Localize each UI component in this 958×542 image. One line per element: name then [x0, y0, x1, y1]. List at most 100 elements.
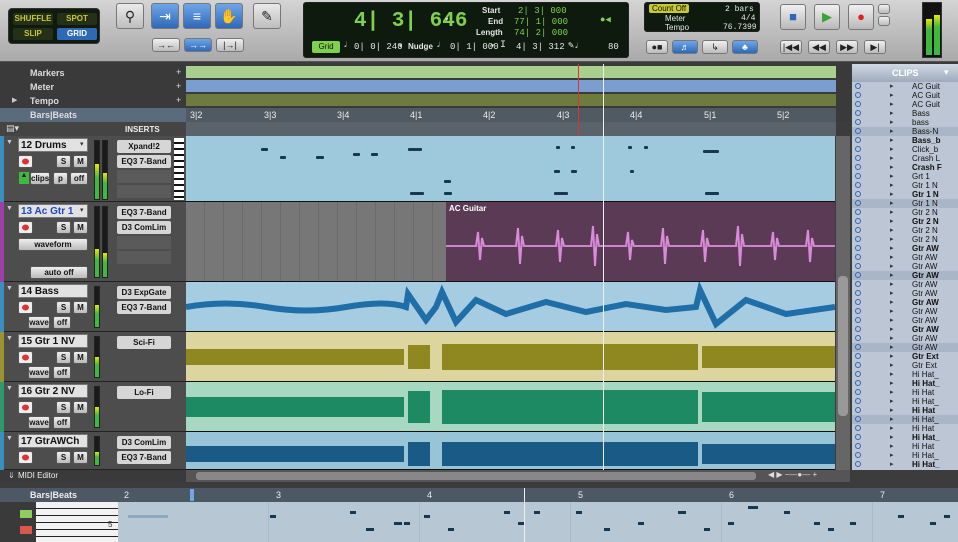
- markers-ruler[interactable]: [186, 66, 836, 78]
- midi-note[interactable]: [554, 170, 560, 173]
- midi-note[interactable]: [270, 515, 276, 518]
- automation-mode-selector[interactable]: auto off: [30, 266, 88, 279]
- track-header-bass[interactable]: ▼ 14 Bass S M wave off D3 ExpGate EQ3 7-…: [0, 282, 186, 332]
- clip-list-item[interactable]: ▸ AC Guit: [852, 100, 958, 109]
- clip-list-item[interactable]: ▸ Gtr AW: [852, 271, 958, 280]
- midi-note[interactable]: [424, 515, 430, 518]
- midi-note[interactable]: [630, 170, 634, 173]
- insert-slot-a[interactable]: EQ3 7-Band: [117, 206, 171, 219]
- markers-add-icon[interactable]: +: [176, 67, 181, 77]
- midi-note[interactable]: [261, 148, 268, 151]
- clip-list-item[interactable]: ▸ AC Guit: [852, 82, 958, 91]
- clip-list-item[interactable]: ▸ Click_b: [852, 145, 958, 154]
- midi-note[interactable]: [534, 511, 540, 514]
- track-name-ac-gtr[interactable]: 13 Ac Gtr 1: [18, 204, 88, 218]
- tempo-ruler[interactable]: [186, 94, 836, 106]
- automation-button[interactable]: off: [70, 172, 88, 185]
- mute-button[interactable]: M: [73, 301, 88, 314]
- insert-slot-b[interactable]: EQ3 7-Band: [117, 155, 171, 168]
- clip-expand-icon[interactable]: ▸: [890, 181, 894, 189]
- clip-expand-icon[interactable]: ▸: [890, 352, 894, 360]
- midi-note[interactable]: [280, 156, 286, 159]
- clip-expand-icon[interactable]: ▸: [890, 172, 894, 180]
- midi-track-green-icon[interactable]: [20, 510, 32, 518]
- midi-note[interactable]: [556, 146, 560, 149]
- zoom-slider-icon[interactable]: ◀ ▶ −—●— +: [768, 470, 817, 479]
- record-arm-button[interactable]: [18, 155, 33, 168]
- midi-note[interactable]: [444, 192, 452, 195]
- markers-ruler-label[interactable]: Markers: [0, 66, 186, 80]
- midi-note[interactable]: [408, 148, 422, 151]
- playlist-button[interactable]: p: [53, 172, 68, 185]
- midi-note[interactable]: [504, 511, 510, 514]
- midi-note[interactable]: [554, 192, 568, 195]
- clip-list-item[interactable]: ▸ Gtr 2 N: [852, 208, 958, 217]
- clip-expand-icon[interactable]: ▸: [890, 433, 894, 441]
- clip-list-item[interactable]: ▸ Gtr 1 N: [852, 181, 958, 190]
- tempo-value-small[interactable]: 80: [608, 42, 619, 52]
- insert-slot-b[interactable]: EQ3 7-Band: [117, 451, 171, 464]
- metronome-icon[interactable]: ↳: [702, 40, 728, 54]
- clip-expand-icon[interactable]: ▸: [890, 271, 894, 279]
- automation-mode-selector[interactable]: off: [53, 316, 71, 329]
- meter-value[interactable]: 4/4: [741, 14, 755, 23]
- track-expand-icon[interactable]: ▼: [6, 205, 13, 212]
- clip-expand-icon[interactable]: ▸: [890, 280, 894, 288]
- track-name-gtr1[interactable]: 15 Gtr 1 NV: [18, 334, 88, 348]
- clip-expand-icon[interactable]: ▸: [890, 100, 894, 108]
- link-timeline-icon[interactable]: |→|: [216, 38, 244, 52]
- clip-expand-icon[interactable]: ▸: [890, 370, 894, 378]
- tempo-add-icon[interactable]: +: [176, 95, 181, 105]
- midi-note[interactable]: [366, 528, 374, 531]
- insert-slot-a[interactable]: D3 ComLim: [117, 436, 171, 449]
- clip-list-item[interactable]: ▸ Gtr AW: [852, 325, 958, 334]
- track-view-selector[interactable]: wave: [28, 416, 50, 429]
- clip-expand-icon[interactable]: ▸: [890, 442, 894, 450]
- clip-list-item[interactable]: ▸ Bass: [852, 109, 958, 118]
- start-value[interactable]: 2| 3| 000: [518, 6, 567, 16]
- clip-expand-icon[interactable]: ▸: [890, 379, 894, 387]
- clip-list-item[interactable]: ▸ Hi Hat_: [852, 460, 958, 469]
- clip-expand-icon[interactable]: ▸: [890, 460, 894, 468]
- rewind-button[interactable]: ◀◀: [808, 40, 830, 54]
- track-expand-icon[interactable]: ▼: [6, 285, 13, 292]
- insert-empty-slot[interactable]: [117, 236, 171, 249]
- record-arm-button[interactable]: [18, 351, 33, 364]
- nudge-dropdown-icon[interactable]: ▾: [490, 41, 495, 51]
- midi-note[interactable]: [728, 522, 734, 525]
- track-header-gtr2[interactable]: ▼ 16 Gtr 2 NV S M wave off Lo-Fi: [0, 382, 186, 432]
- clip-expand-icon[interactable]: ▸: [890, 82, 894, 90]
- clip-expand-icon[interactable]: ▸: [890, 244, 894, 252]
- midi-note[interactable]: [828, 528, 834, 531]
- track-expand-icon[interactable]: ▼: [6, 335, 13, 342]
- solo-button[interactable]: S: [56, 351, 71, 364]
- midi-note[interactable]: [898, 515, 904, 518]
- pencil-tool-icon[interactable]: ✎: [253, 3, 281, 29]
- clip-list-item[interactable]: ▸ Hi Hat: [852, 442, 958, 451]
- track-expand-icon[interactable]: ▼: [6, 435, 13, 442]
- record-arm-button[interactable]: [18, 301, 33, 314]
- clip-expand-icon[interactable]: ▸: [890, 424, 894, 432]
- midi-track-red-icon[interactable]: [20, 526, 32, 534]
- clip-list-item[interactable]: ▸ Gtr AW: [852, 343, 958, 352]
- clip-expand-icon[interactable]: ▸: [890, 298, 894, 306]
- clip-expand-icon[interactable]: ▸: [890, 235, 894, 243]
- clip-expand-icon[interactable]: ▸: [890, 316, 894, 324]
- clip-expand-icon[interactable]: ▸: [890, 325, 894, 333]
- track-header-gtr1[interactable]: ▼ 15 Gtr 1 NV S M wave off Sci-Fi: [0, 332, 186, 382]
- midi-note[interactable]: [604, 528, 610, 531]
- clip-expand-icon[interactable]: ▸: [890, 208, 894, 216]
- insert-slot-b[interactable]: D3 ComLim: [117, 221, 171, 234]
- midi-note[interactable]: [571, 146, 575, 149]
- track-header-gtraw[interactable]: ▼ 17 GtrAWCh S M D3 ComLim EQ3 7-Band: [0, 432, 186, 470]
- clip-expand-icon[interactable]: ▸: [890, 361, 894, 369]
- counter-dropdown-icon[interactable]: ▾: [444, 15, 449, 25]
- solo-button[interactable]: S: [56, 221, 71, 234]
- nudge-label[interactable]: Nudge: [408, 42, 433, 51]
- midi-note[interactable]: [394, 522, 402, 525]
- zoom-tool-icon[interactable]: ⚲: [116, 3, 144, 29]
- clip-list-item[interactable]: ▸ Gtr Ext: [852, 352, 958, 361]
- clip-expand-icon[interactable]: ▸: [890, 163, 894, 171]
- clip-list-item[interactable]: ▸ Hi Hat_: [852, 379, 958, 388]
- record-button[interactable]: ●: [848, 4, 874, 30]
